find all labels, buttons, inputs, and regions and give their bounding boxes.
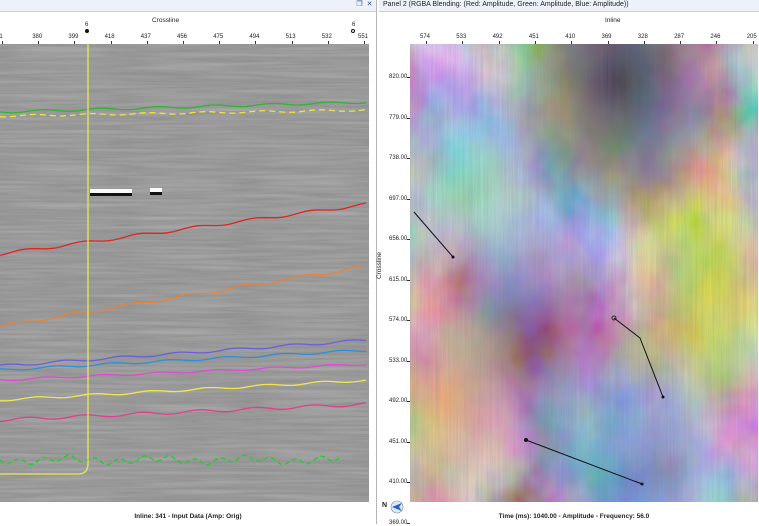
inline-tick-label: 369: [601, 34, 612, 40]
crossline-axis-title: Crossline: [152, 17, 180, 24]
dark-reflector: [90, 193, 132, 196]
inline-tick-label: 451: [528, 34, 539, 40]
right-status-text: Time (ms): 1040.00 - Amplitude - Frequen…: [498, 513, 650, 520]
right-panel-title: Panel 2 (RGBA Blending: (Red: Amplitude,…: [383, 1, 629, 8]
crossline-tick-label: 697.00: [389, 195, 408, 202]
crossline-tick-label: 574.00: [389, 317, 408, 323]
crossline-tick-label: 615.00: [389, 276, 408, 283]
crossline-tick-label: 410.00: [389, 479, 408, 485]
north-compass: N: [382, 500, 404, 514]
crossline-tick-label: 820.00: [389, 74, 408, 80]
left-panel: ❐ ✕ Crossline 6 6 61 380 399 418 437 456 475 49…: [0, 0, 377, 524]
north-label: N: [382, 502, 388, 509]
crossline-tick-label: 513: [285, 34, 296, 40]
bright-reflector: [150, 188, 162, 192]
inline-tick-label: 492: [492, 34, 503, 40]
crossline-tick-label: 61: [0, 34, 3, 40]
left-status-text: Inline: 341 - Input Data (Amp: Orig): [134, 513, 242, 520]
crossline-tick-label: 380: [32, 34, 43, 40]
crossline-tick-label: 779.00: [389, 114, 408, 121]
inline-tick-label: 246: [710, 34, 721, 40]
crossline-tick-label: 492.00: [389, 398, 408, 404]
crossline-tick-mark: [407, 522, 410, 524]
crossline-tick-label: 533.00: [389, 357, 408, 364]
crossline-tick-label: 437: [140, 34, 151, 40]
crossline-tick-label: 369.00: [389, 519, 408, 526]
left-panel-titlebar: ❐ ✕: [0, 0, 376, 12]
marker-label: 6: [85, 22, 89, 28]
right-panel-titlebar: Panel 2 (RGBA Blending: (Red: Amplitude,…: [379, 0, 759, 12]
crossline-tick-label: 738.00: [389, 155, 408, 161]
crossline-tick-label: 656.00: [389, 236, 408, 242]
inline-axis-title: Inline: [605, 17, 621, 24]
marker-circle-icon: [351, 29, 355, 33]
rgba-blend-map-view[interactable]: [410, 44, 758, 502]
crossline-tick-label: 418: [104, 34, 115, 40]
crossline-tick-label: 456: [177, 34, 188, 40]
inline-tick-label: 328: [637, 34, 648, 40]
inline-tick-label: 574: [420, 34, 431, 40]
marker-dot-icon: [85, 29, 89, 33]
right-panel: Panel 2 (RGBA Blending: (Red: Amplitude,…: [376, 0, 759, 526]
seismic-section-view[interactable]: [0, 44, 369, 502]
crossline-tick-label: 475: [213, 34, 224, 40]
inline-tick-label: 205: [746, 34, 757, 40]
crossline-tick-label: 532: [321, 34, 332, 40]
bright-reflector: [90, 189, 132, 193]
crossline-tick-label: 551: [358, 34, 369, 40]
crossline-tick-label: 399: [68, 34, 79, 40]
crossline-tick-label: 451.00: [389, 438, 408, 445]
inline-tick-label: 287: [674, 34, 685, 40]
inline-tick-label: 533: [456, 34, 467, 40]
dark-reflector: [150, 192, 162, 195]
inline-tick-label: 410: [565, 34, 576, 40]
compass-arrow-icon: [390, 500, 404, 514]
crossline-axis-title-vertical: Crossline: [376, 251, 384, 280]
crossline-tick-label: 494: [249, 34, 260, 40]
close-icon[interactable]: ✕: [365, 1, 374, 9]
marker-label-right: 6: [352, 22, 356, 28]
restore-icon[interactable]: ❐: [355, 1, 364, 9]
